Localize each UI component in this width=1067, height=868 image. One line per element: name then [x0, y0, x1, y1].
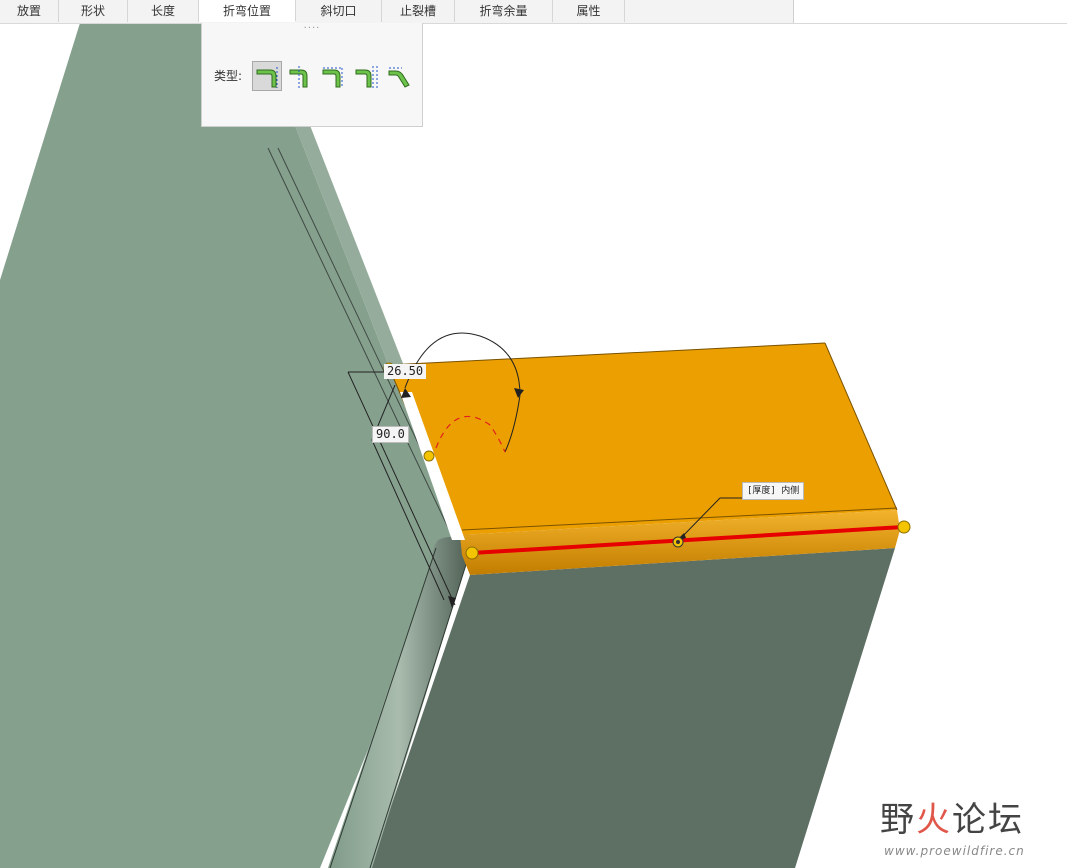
bend-type-button-4[interactable] — [351, 61, 381, 91]
bend-position-panel: ···· 类型: — [201, 23, 423, 127]
angle-dimension[interactable]: 90.0 — [372, 426, 409, 443]
tab-strip: 放置 形状 长度 折弯位置 斜切口 止裂槽 折弯余量 属性 — [0, 0, 794, 23]
drag-handle[interactable] — [897, 520, 911, 534]
flange-top-face[interactable] — [388, 343, 897, 535]
bend-outside-icon — [256, 67, 278, 88]
panel-grip[interactable]: ···· — [202, 24, 422, 34]
tab-bend-allowance[interactable]: 折弯余量 — [455, 0, 553, 22]
tab-shape[interactable]: 形状 — [59, 0, 128, 22]
tab-properties[interactable]: 属性 — [553, 0, 625, 22]
model-viewport[interactable] — [0, 0, 1067, 868]
drag-handle[interactable] — [465, 546, 479, 560]
bend-tangent-icon — [322, 67, 343, 88]
thickness-toggle-dot — [676, 540, 680, 544]
thickness-side-note[interactable]: [厚度] 内侧 — [742, 482, 805, 500]
tab-placement[interactable]: 放置 — [0, 0, 59, 22]
watermark-char: 野 — [880, 800, 916, 840]
length-dimension[interactable]: 26.50 — [384, 364, 427, 379]
dashboard-tabbar: 放置 形状 长度 折弯位置 斜切口 止裂槽 折弯余量 属性 — [0, 0, 1067, 24]
drag-handle[interactable] — [423, 450, 435, 462]
type-label: 类型: — [214, 69, 243, 83]
watermark-url: www.proewildfire.cn — [884, 844, 1025, 858]
bend-joggle-icon — [388, 67, 410, 88]
bend-offset-icon — [355, 66, 378, 88]
watermark-text: 论坛 — [952, 800, 1024, 840]
bend-type-button-3[interactable] — [318, 61, 348, 91]
bend-type-button-1[interactable] — [252, 61, 282, 91]
tab-relief[interactable]: 止裂槽 — [382, 0, 455, 22]
tab-length[interactable]: 长度 — [128, 0, 199, 22]
tab-miter-cut[interactable]: 斜切口 — [296, 0, 382, 22]
tab-bend-position[interactable]: 折弯位置 — [199, 0, 296, 22]
bend-type-button-5[interactable] — [384, 61, 414, 91]
bend-type-button-2[interactable] — [285, 61, 315, 91]
watermark-flame-char: 火 — [916, 800, 952, 840]
forum-watermark: 野火论坛 — [880, 800, 1024, 840]
bend-inside-icon — [289, 66, 308, 88]
